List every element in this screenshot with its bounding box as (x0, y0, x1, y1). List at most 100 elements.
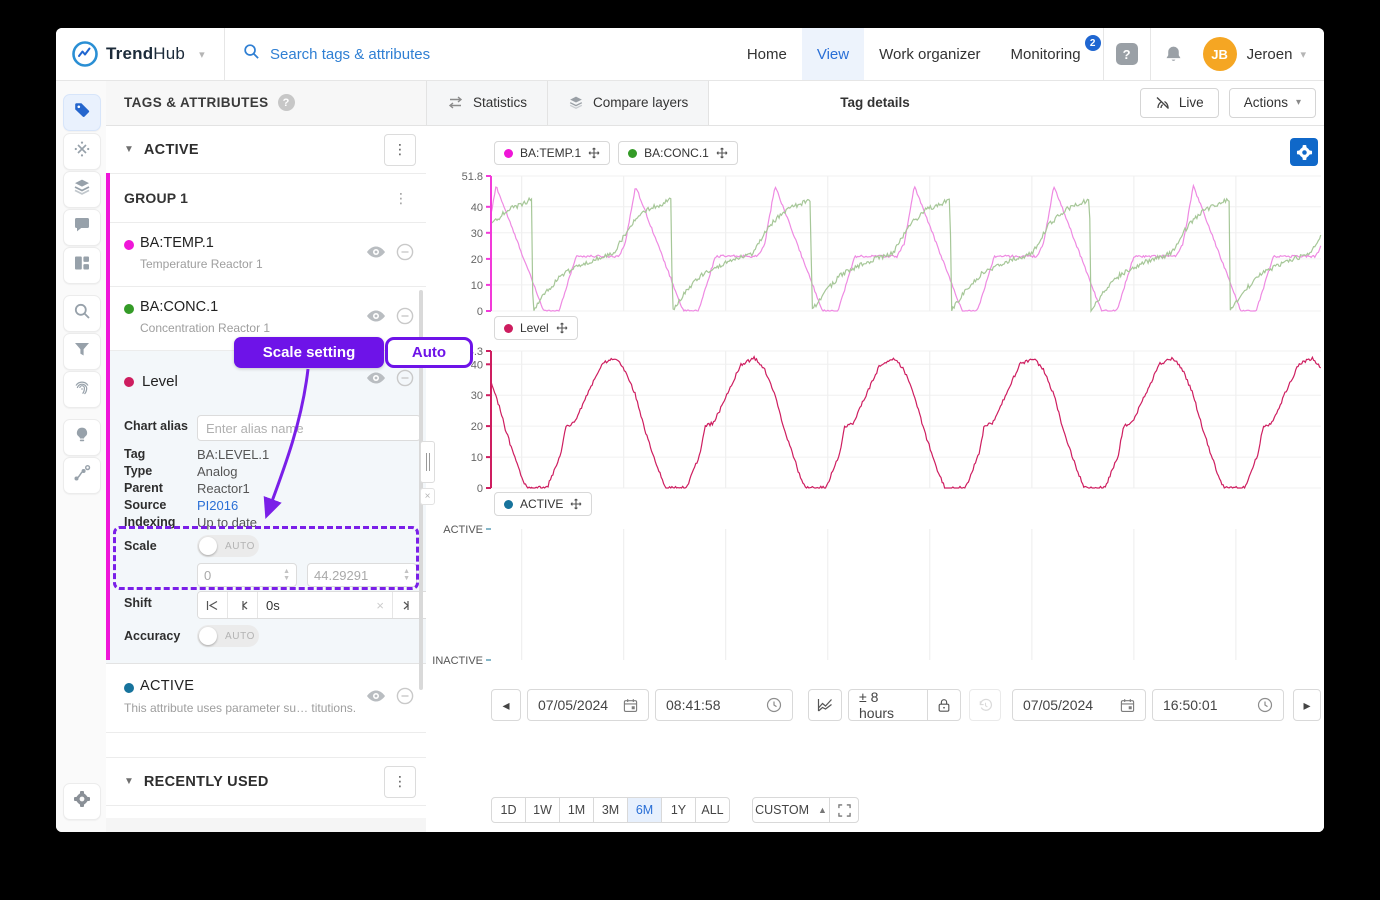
avatar[interactable]: JB (1202, 37, 1237, 71)
lock-duration-button[interactable] (927, 689, 961, 721)
panel-help-icon[interactable]: ? (277, 94, 295, 111)
tag-row-batemp1[interactable]: BA:TEMP.1 Temperature Reactor 1 (106, 223, 426, 287)
start-date-field[interactable]: 07/05/2024 (527, 689, 649, 721)
tag-name: BA:TEMP.1 (140, 235, 214, 251)
range-all-button[interactable]: ALL (695, 797, 730, 823)
source-link[interactable]: PI2016 (197, 498, 238, 513)
visibility-eye-icon[interactable] (366, 689, 386, 708)
splitter-close-icon[interactable]: × (420, 488, 435, 505)
rail-calculation-button[interactable] (63, 133, 101, 170)
legend-pill-level[interactable]: Level (494, 316, 578, 340)
range-1d-button[interactable]: 1D (491, 797, 526, 823)
search-input[interactable]: Search tags & attributes (225, 43, 732, 65)
range-6m-button[interactable]: 6M (627, 797, 662, 823)
section-active-menu-button[interactable]: ⋮ (384, 133, 416, 166)
splitter-handle[interactable] (420, 441, 435, 483)
remove-minus-icon[interactable] (396, 687, 414, 710)
range-1y-button[interactable]: 1Y (661, 797, 696, 823)
group-header: GROUP 1 ⋮ (106, 174, 426, 223)
panel-bottom-gutter (106, 818, 426, 832)
chart-settings-button[interactable] (1290, 138, 1318, 166)
end-date-field[interactable]: 07/05/2024 (1012, 689, 1146, 721)
remove-minus-icon[interactable] (396, 369, 414, 392)
section-recently-used[interactable]: ▼ RECENTLY USED ⋮ (106, 757, 426, 806)
series-BA:TEMP.1 (490, 183, 1322, 313)
tags-panel-title: TAGS & ATTRIBUTES (124, 95, 269, 110)
tag-label: Tag (124, 447, 146, 461)
chevron-down-icon: ▼ (124, 144, 134, 155)
live-button[interactable]: Live (1139, 87, 1219, 118)
attribute-row-active[interactable]: ACTIVE This attribute uses parameter su…… (106, 664, 426, 733)
help-button[interactable]: ? (1104, 28, 1150, 80)
remove-minus-icon[interactable] (396, 307, 414, 330)
brand-chevron-icon[interactable]: ▾ (199, 48, 205, 61)
move-icon (556, 322, 568, 334)
level-row[interactable]: Level (124, 373, 178, 390)
clear-icon[interactable]: × (376, 598, 384, 613)
end-time-field[interactable]: 16:50:01 (1152, 689, 1284, 721)
chart-reactor: 51.8 40 30 20 10 0 (462, 171, 1322, 318)
pan-left-button[interactable]: ◂ (491, 689, 521, 721)
user-menu-chevron-icon[interactable]: ▾ (1300, 48, 1306, 61)
layers-icon (569, 96, 583, 109)
notifications-button[interactable] (1151, 28, 1197, 80)
section-active[interactable]: ▼ ACTIVE ⋮ (106, 126, 426, 174)
rail-tag-button[interactable] (63, 94, 101, 131)
duration-field[interactable]: ± 8 hours (848, 689, 928, 721)
history-button[interactable] (969, 689, 1001, 721)
rail-lightbulb-button[interactable] (63, 419, 101, 456)
shift-far-left-button[interactable] (198, 592, 228, 618)
nav-item-home[interactable]: Home (732, 28, 802, 80)
dashboard-icon (73, 254, 91, 277)
visibility-eye-icon[interactable] (366, 245, 386, 264)
annotation-auto-label: Auto (385, 337, 473, 368)
shift-left-button[interactable] (228, 592, 258, 618)
nav-item-work-organizer[interactable]: Work organizer (864, 28, 995, 80)
shift-value-input[interactable]: 0s × (258, 592, 392, 618)
move-icon (716, 147, 728, 159)
visibility-eye-icon[interactable] (366, 309, 386, 328)
nav-item-monitoring[interactable]: Monitoring 2 (996, 28, 1103, 80)
range-1w-button[interactable]: 1W (525, 797, 560, 823)
shift-right-button[interactable] (392, 592, 422, 618)
visibility-eye-icon[interactable] (366, 371, 386, 390)
rail-layers-button[interactable] (63, 171, 101, 208)
start-time-field[interactable]: 08:41:58 (655, 689, 793, 721)
svg-text:0: 0 (477, 483, 483, 495)
charts-body: 51.840302010044.3403020100ACTIVEINACTIVE… (426, 126, 1324, 832)
chart-alias-input[interactable] (197, 415, 421, 441)
pan-right-button[interactable]: ▸ (1293, 689, 1321, 721)
remove-minus-icon[interactable] (396, 243, 414, 266)
legend-pill-baconc1[interactable]: BA:CONC.1 (618, 141, 738, 165)
charts-canvas[interactable]: 51.840302010044.3403020100ACTIVEINACTIVE (426, 126, 1324, 832)
tab-statistics[interactable]: Statistics (426, 80, 549, 125)
rail-comment-button[interactable] (63, 209, 101, 246)
rail-search-button[interactable] (63, 295, 101, 332)
rail-dashboard-button[interactable] (63, 247, 101, 284)
clock-icon (766, 697, 782, 713)
level-details-block: Level Chart alias Tag BA:LEVEL.1 Type An… (106, 351, 453, 664)
range-3m-button[interactable]: 3M (593, 797, 628, 823)
rail-settings-button[interactable] (63, 783, 101, 820)
time-controls: ◂ 07/05/2024 08:41:58 ± 8 hours 07/05/20… (491, 689, 1321, 721)
legend-pill-batemp1[interactable]: BA:TEMP.1 (494, 141, 611, 165)
search-icon (73, 302, 91, 325)
compare-scales-button[interactable] (808, 689, 842, 721)
range-1m-button[interactable]: 1M (559, 797, 594, 823)
section-recently-used-menu-button[interactable]: ⋮ (384, 765, 416, 798)
actions-button[interactable]: Actions ▾ (1228, 87, 1316, 118)
rail-context-graph-button[interactable] (63, 457, 101, 494)
tab-compare-layers[interactable]: Compare layers (548, 80, 710, 125)
rail-fingerprint-button[interactable] (63, 371, 101, 408)
accuracy-auto-toggle[interactable]: AUTO (197, 625, 259, 647)
shift-controls: 0s × (197, 591, 453, 619)
clock-icon (1257, 697, 1273, 713)
legend-pill-active[interactable]: ACTIVE (494, 492, 593, 516)
group-menu-button[interactable]: ⋮ (388, 190, 414, 207)
svg-text:10: 10 (471, 280, 483, 292)
custom-range-button[interactable]: CUSTOM ▲ (752, 797, 830, 823)
zoom-frame-button[interactable] (829, 797, 859, 823)
rail-filter-button[interactable] (63, 333, 101, 370)
nav-item-view[interactable]: View (801, 28, 865, 80)
search-icon (243, 43, 260, 65)
